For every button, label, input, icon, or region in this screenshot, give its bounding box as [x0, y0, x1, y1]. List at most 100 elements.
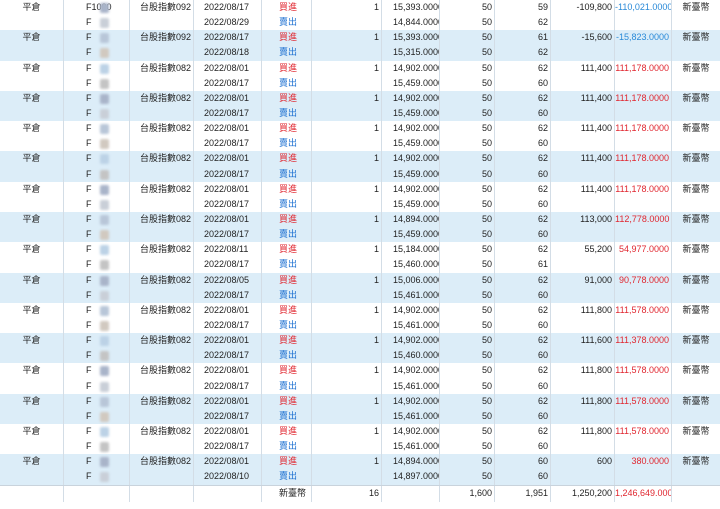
- total-empty-cell: [382, 485, 440, 502]
- side-cell: 賣出: [262, 287, 312, 303]
- days-cell: 60: [495, 227, 551, 243]
- multiplier-cell: 50: [440, 181, 495, 197]
- price-cell: 15,315.0000: [382, 45, 440, 61]
- table-row[interactable]: F 2022/08/17 賣出 15,461.0000 50 60: [0, 439, 720, 455]
- table-row[interactable]: 平倉 F 台股指數082 2022/08/01 買進 1 14,902.0000 50 62 11…: [0, 60, 720, 76]
- profit-loss-cell: 91,000: [551, 272, 615, 288]
- multiplier-cell: 50: [440, 242, 495, 258]
- quantity-cell: [312, 408, 382, 424]
- table-row[interactable]: F 2022/08/18 賣出 15,315.0000 50 62: [0, 45, 720, 61]
- total-empty-cell: [64, 485, 130, 502]
- table-row[interactable]: 平倉 F 台股指數082 2022/08/01 買進 1 14,902.0000 50 62 11…: [0, 393, 720, 409]
- table-row[interactable]: 平倉 F 台股指數082 2022/08/01 買進 1 14,894.0000 50 62 11…: [0, 211, 720, 228]
- side-cell: 買進: [262, 60, 312, 76]
- table-row[interactable]: 平倉 F 台股指數082 2022/08/11 買進 1 15,184.0000 50 62 55…: [0, 242, 720, 258]
- table-row[interactable]: F 2022/08/17 賣出 15,461.0000 50 60: [0, 287, 720, 303]
- currency-cell: 新臺幣: [682, 274, 710, 285]
- table-row[interactable]: F 2022/08/17 賣出 15,459.0000 50 60: [0, 227, 720, 243]
- side-cell: 賣出: [262, 45, 312, 61]
- price-cell: 14,902.0000: [382, 121, 440, 137]
- product-cell: [130, 196, 194, 212]
- table-row[interactable]: F 2022/08/17 賣出 15,461.0000 50 60: [0, 378, 720, 394]
- side-cell: 買進: [262, 454, 312, 470]
- redacted-account-blur: [100, 366, 109, 377]
- date-cell: 2022/08/17: [194, 30, 262, 46]
- table-row[interactable]: 平倉 F 台股指數082 2022/08/01 買進 1 14,902.0000 50 62 11…: [0, 363, 720, 379]
- net-profit-cell: [615, 75, 672, 91]
- table-row[interactable]: 平倉 F 台股指數082 2022/08/01 買進 1 14,902.0000 50 62 11…: [0, 181, 720, 197]
- product-cell: 台股指數082: [130, 302, 194, 318]
- type-cell: 平倉: [0, 90, 64, 106]
- quantity-cell: [312, 439, 382, 455]
- currency-cell: [672, 439, 720, 454]
- quantity-cell: [312, 257, 382, 273]
- side-cell: 買進: [262, 272, 312, 288]
- days-cell: 62: [495, 15, 551, 31]
- redacted-account-blur: [100, 154, 109, 165]
- days-cell: 60: [495, 317, 551, 334]
- price-cell: 14,844.0000: [382, 15, 440, 31]
- currency-cell: [672, 136, 720, 151]
- quantity-cell: 1: [312, 302, 382, 318]
- type-cell: [0, 408, 64, 424]
- product-cell: 台股指數082: [130, 423, 194, 440]
- quantity-cell: 1: [312, 30, 382, 46]
- table-row[interactable]: F 2022/08/29 賣出 14,844.0000 50 62: [0, 15, 720, 31]
- redacted-account-blur: [100, 214, 109, 225]
- days-cell: 62: [495, 393, 551, 409]
- table-row[interactable]: F 2022/08/17 賣出 15,459.0000 50 60: [0, 105, 720, 122]
- side-cell: 買進: [262, 181, 312, 197]
- table-row[interactable]: F 2022/08/17 賣出 15,460.0000 50 60: [0, 348, 720, 364]
- multiplier-cell: 50: [440, 136, 495, 152]
- side-cell: 賣出: [262, 166, 312, 182]
- table-row[interactable]: 平倉 F 台股指數082 2022/08/01 買進 1 14,902.0000 50 62 11…: [0, 302, 720, 318]
- table-row[interactable]: F 2022/08/17 賣出 15,461.0000 50 60: [0, 408, 720, 424]
- date-cell: 2022/08/01: [194, 121, 262, 137]
- side-cell: 賣出: [262, 257, 312, 273]
- price-cell: 15,459.0000: [382, 136, 440, 152]
- currency-cell: 新臺幣: [682, 425, 710, 436]
- table-row[interactable]: F 2022/08/17 賣出 15,460.0000 50 61: [0, 257, 720, 273]
- currency-cell: [672, 288, 720, 303]
- table-row[interactable]: 平倉 F 台股指數082 2022/08/01 買進 1 14,902.0000 50 62 11…: [0, 333, 720, 349]
- table-row[interactable]: 平倉 F 台股指數082 2022/08/01 買進 1 14,902.0000 50 62 11…: [0, 90, 720, 106]
- days-cell: 61: [495, 257, 551, 273]
- account-cell: F: [64, 469, 130, 485]
- type-cell: 平倉: [0, 272, 64, 288]
- redacted-account-blur: [100, 396, 109, 407]
- table-row[interactable]: F 2022/08/17 賣出 15,459.0000 50 60: [0, 166, 720, 182]
- table-row[interactable]: 平倉 F 台股指數082 2022/08/01 買進 1 14,902.0000 50 62 11…: [0, 151, 720, 167]
- table-row[interactable]: F 2022/08/17 賣出 15,461.0000 50 60: [0, 317, 720, 334]
- multiplier-cell: 50: [440, 423, 495, 440]
- table-row[interactable]: 平倉 F 台股指數082 2022/08/01 買進 1 14,902.0000 50 62 11…: [0, 423, 720, 440]
- side-cell: 買進: [262, 90, 312, 106]
- profit-loss-cell: [551, 105, 615, 122]
- type-cell: [0, 227, 64, 243]
- currency-cell: 新臺幣: [682, 92, 710, 103]
- multiplier-cell: 50: [440, 15, 495, 31]
- table-row[interactable]: 平倉 F 台股指數092 2022/08/17 買進 1 15,393.0000 50 61 -1…: [0, 30, 720, 46]
- currency-cell: [672, 379, 720, 394]
- quantity-cell: 1: [312, 90, 382, 106]
- account-cell: F: [64, 121, 130, 137]
- side-cell: 買進: [262, 30, 312, 46]
- product-cell: [130, 136, 194, 152]
- table-row[interactable]: F 2022/08/17 賣出 15,459.0000 50 60: [0, 75, 720, 91]
- side-cell: 買進: [262, 151, 312, 167]
- table-row[interactable]: F 2022/08/17 賣出 15,459.0000 50 60: [0, 196, 720, 212]
- date-cell: 2022/08/01: [194, 393, 262, 409]
- profit-loss-cell: 111,400: [551, 90, 615, 106]
- table-row[interactable]: 平倉 F1000 台股指數092 2022/08/17 買進 1 15,393.0000 50…: [0, 0, 720, 16]
- table-row[interactable]: 平倉 F 台股指數082 2022/08/01 買進 1 14,902.0000 50 62 11…: [0, 121, 720, 137]
- table-row[interactable]: 平倉 F 台股指數082 2022/08/05 買進 1 15,006.0000 50 62 91…: [0, 272, 720, 288]
- redacted-account-blur: [100, 275, 109, 286]
- multiplier-cell: 50: [440, 90, 495, 106]
- table-row[interactable]: F 2022/08/17 賣出 15,459.0000 50 60: [0, 136, 720, 152]
- price-cell: 15,461.0000: [382, 287, 440, 303]
- date-cell: 2022/08/17: [194, 257, 262, 273]
- table-row[interactable]: 平倉 F 台股指數082 2022/08/01 買進 1 14,894.0000 50 60 60…: [0, 454, 720, 470]
- multiplier-cell: 50: [440, 287, 495, 303]
- product-cell: 台股指數082: [130, 181, 194, 197]
- table-row[interactable]: F 2022/08/10 賣出 14,897.0000 50 60: [0, 469, 720, 485]
- side-cell: 賣出: [262, 227, 312, 243]
